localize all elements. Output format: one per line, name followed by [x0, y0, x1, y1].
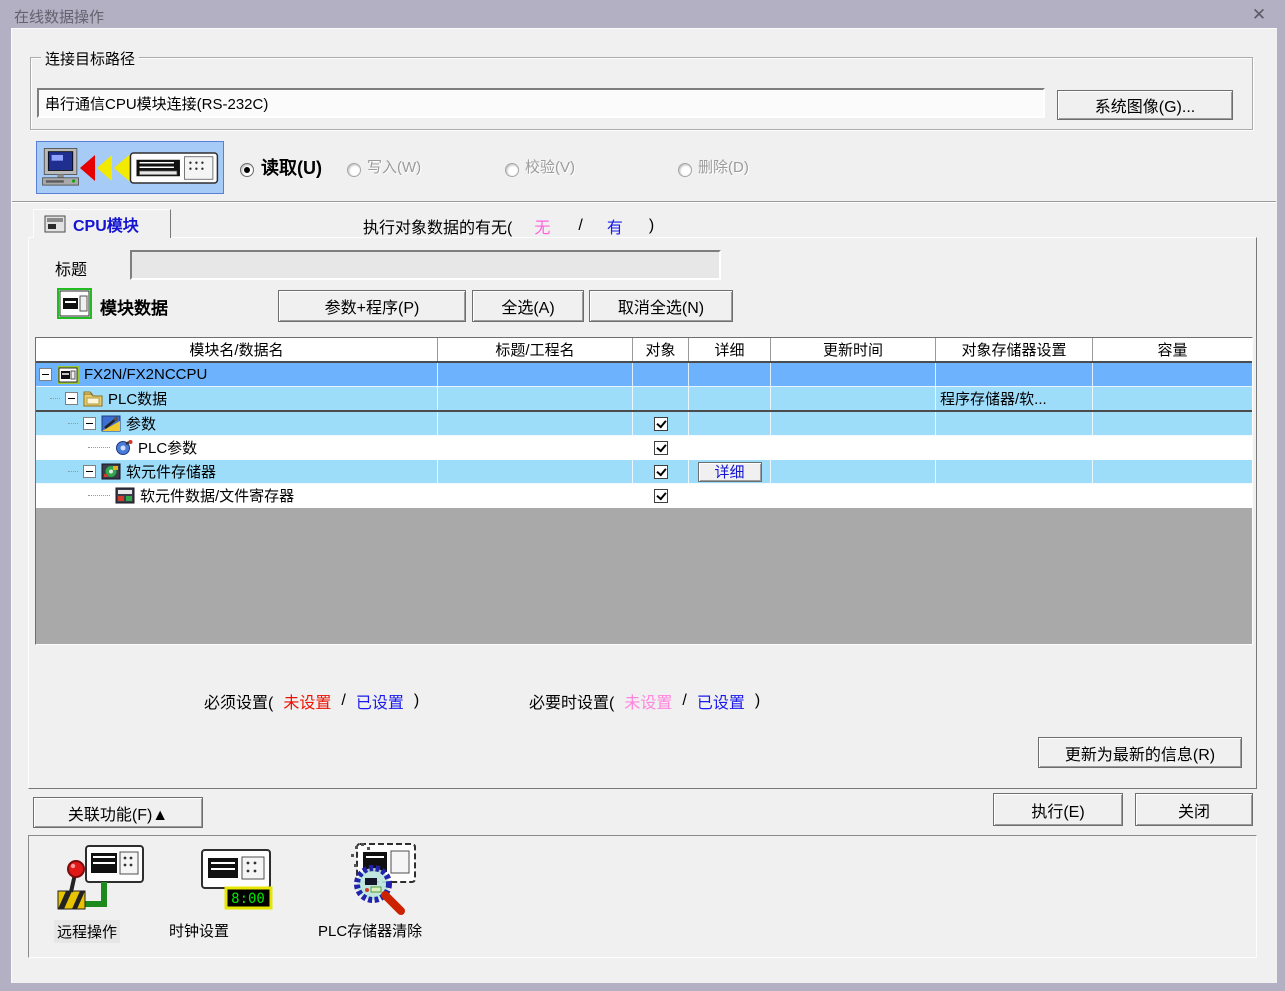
- exec-has: 有: [607, 214, 623, 238]
- module-data-label: 模块数据: [100, 294, 168, 319]
- required-setting-legend: 必须设置( 未设置 / 已设置 ): [204, 689, 419, 713]
- plc-memory-clear-label[interactable]: PLC存储器清除: [318, 920, 422, 941]
- detail-button[interactable]: 详细: [698, 462, 762, 482]
- module-data-table: 模块名/数据名 标题/工程名 对象 详细 更新时间 对象存储器设置 容量 FX2…: [35, 337, 1253, 645]
- radio-write-label: 写入(W): [367, 156, 421, 177]
- col-header-module-name: 模块名/数据名: [36, 338, 438, 361]
- table-row-cpu[interactable]: FX2N/FX2NCCPU: [36, 363, 1252, 387]
- target-checkbox-checked[interactable]: [654, 417, 668, 431]
- col-header-detail: 详细: [689, 338, 771, 361]
- row-label: 软元件存储器: [126, 461, 216, 482]
- col-header-capacity: 容量: [1093, 338, 1252, 361]
- tree-collapse-icon[interactable]: [39, 368, 52, 381]
- title-field-label: 标题: [55, 256, 87, 280]
- clock-setting-icon[interactable]: 8:00: [199, 848, 273, 912]
- table-row-plc-data[interactable]: PLC数据 程序存储器/软...: [36, 387, 1252, 412]
- row-label: 参数: [126, 413, 156, 434]
- select-all-button[interactable]: 全选(A): [472, 290, 584, 322]
- col-header-memory-setting: 对象存储器设置: [936, 338, 1093, 361]
- required-unset: 未设置: [283, 689, 331, 713]
- related-functions-button[interactable]: 关联功能(F)▲: [33, 797, 203, 828]
- table-row-plc-parameter[interactable]: PLC参数: [36, 436, 1252, 460]
- radio-verify-label: 校验(V): [525, 156, 575, 177]
- radio-write: [347, 163, 361, 177]
- related-functions-panel: 远程操作 8:00 时钟设置: [28, 835, 1257, 958]
- title-field-input: [130, 250, 721, 280]
- optional-set: 已设置: [697, 689, 745, 713]
- radio-verify: [505, 163, 519, 177]
- transfer-arrows-icon: [80, 155, 129, 181]
- table-row-parameter[interactable]: 参数: [36, 412, 1252, 436]
- row-label: 软元件数据/文件寄存器: [140, 485, 294, 506]
- clock-setting-label[interactable]: 时钟设置: [169, 920, 229, 941]
- table-empty-area: [36, 508, 1252, 644]
- exec-none: 无: [534, 214, 550, 238]
- computer-icon: [41, 144, 80, 192]
- col-header-update-time: 更新时间: [771, 338, 936, 361]
- device-data-icon: [115, 487, 135, 504]
- table-row-device-memory[interactable]: 软元件存储器 详细: [36, 460, 1252, 484]
- radio-read[interactable]: [240, 163, 254, 177]
- optional-setting-legend: 必要时设置( 未设置 / 已设置 ): [529, 689, 760, 713]
- col-header-target: 对象: [633, 338, 689, 361]
- section-divider: [12, 201, 1276, 203]
- cpu-node-icon: [57, 366, 79, 384]
- transfer-direction-graphic: [36, 141, 224, 194]
- deselect-all-button[interactable]: 取消全选(N): [589, 290, 733, 322]
- table-header-row: 模块名/数据名 标题/工程名 对象 详细 更新时间 对象存储器设置 容量: [36, 338, 1252, 363]
- required-set: 已设置: [356, 689, 404, 713]
- memory-setting-value: 程序存储器/软...: [936, 388, 1047, 409]
- radio-read-label[interactable]: 读取(U): [261, 154, 322, 180]
- plc-memory-clear-icon[interactable]: [337, 842, 417, 917]
- close-button[interactable]: 关闭: [1135, 793, 1253, 826]
- exec-target-info: 执行对象数据的有无( 无 / 有 ): [363, 214, 654, 238]
- row-label: FX2N/FX2NCCPU: [84, 366, 207, 383]
- screen: { "window": { "title": "在线数据操作", "close_…: [0, 0, 1285, 991]
- tree-collapse-icon[interactable]: [65, 392, 78, 405]
- tree-collapse-icon[interactable]: [83, 465, 96, 478]
- cpu-module-tab-icon: [44, 215, 66, 233]
- system-image-button[interactable]: 系统图像(G)...: [1057, 90, 1233, 120]
- parameter-icon: [101, 415, 121, 432]
- connection-path-group-label: 连接目标路径: [41, 48, 139, 69]
- target-checkbox-checked[interactable]: [654, 489, 668, 503]
- row-label: PLC数据: [108, 388, 167, 409]
- plc-unit-icon: [129, 146, 219, 190]
- optional-unset: 未设置: [624, 689, 672, 713]
- execute-button[interactable]: 执行(E): [993, 793, 1123, 826]
- dialog-online-data-operation: 连接目标路径 串行通信CPU模块连接(RS-232C) 系统图像(G)...: [11, 28, 1277, 983]
- target-checkbox-checked[interactable]: [654, 441, 668, 455]
- window-title: 在线数据操作: [14, 6, 104, 27]
- refresh-button[interactable]: 更新为最新的信息(R): [1038, 737, 1242, 768]
- table-row-device-data[interactable]: 软元件数据/文件寄存器: [36, 484, 1252, 508]
- radio-delete-label: 删除(D): [698, 156, 749, 177]
- connection-path-value: 串行通信CPU模块连接(RS-232C): [45, 93, 268, 114]
- plc-data-folder-icon: [83, 390, 103, 407]
- remote-operation-icon[interactable]: [56, 844, 146, 917]
- remote-operation-label[interactable]: 远程操作: [54, 920, 120, 943]
- target-checkbox-checked[interactable]: [654, 465, 668, 479]
- connection-path-field: 串行通信CPU模块连接(RS-232C): [37, 88, 1045, 118]
- module-data-icon: [57, 288, 92, 319]
- radio-delete: [678, 163, 692, 177]
- param-program-button[interactable]: 参数+程序(P): [278, 290, 466, 322]
- tab-cpu-module[interactable]: CPU模块: [33, 209, 171, 238]
- device-memory-icon: [101, 463, 121, 480]
- clock-display: 8:00: [231, 891, 265, 907]
- close-icon[interactable]: ✕: [1246, 3, 1272, 27]
- row-label: PLC参数: [138, 437, 197, 458]
- plc-parameter-icon: [115, 439, 133, 456]
- col-header-title: 标题/工程名: [438, 338, 633, 361]
- tree-collapse-icon[interactable]: [83, 417, 96, 430]
